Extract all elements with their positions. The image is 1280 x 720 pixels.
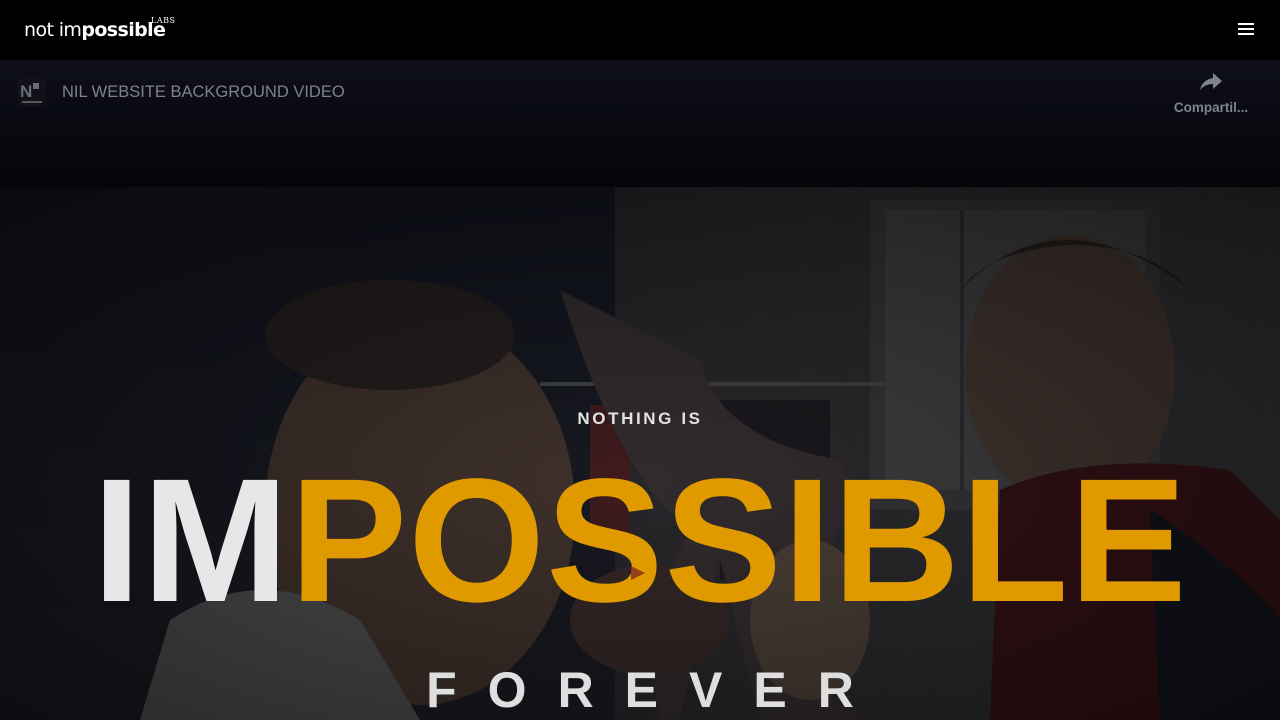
channel-logo-icon[interactable]: N	[18, 77, 46, 107]
logo-wordmark: not impossible	[24, 19, 166, 41]
site-header: not impossible LABS	[0, 0, 1280, 60]
headline-orange-part: POSSIBLE	[289, 443, 1188, 639]
hamburger-menu-icon[interactable]	[1238, 18, 1256, 40]
share-label: Compartil...	[1173, 100, 1249, 115]
video-title[interactable]: NIL WEBSITE BACKGROUND VIDEO	[62, 83, 345, 102]
background-video[interactable]: N NIL WEBSITE BACKGROUND VIDEO Compartil…	[0, 60, 1280, 720]
video-title-bar: N NIL WEBSITE BACKGROUND VIDEO Compartil…	[0, 60, 1280, 187]
hero-headline: IMPOSSIBLE	[0, 453, 1280, 629]
play-icon[interactable]	[628, 563, 648, 583]
hero-tagline: FOREVER	[426, 662, 885, 718]
logo-labs-suffix: LABS	[151, 16, 176, 25]
logo-part-1: not im	[24, 19, 82, 41]
share-button[interactable]: Compartil...	[1172, 72, 1250, 115]
headline-white-part: IM	[92, 443, 290, 639]
share-arrow-icon	[1200, 73, 1222, 90]
site-logo[interactable]: not impossible LABS	[24, 14, 175, 41]
hero-kicker: NOTHING IS	[577, 409, 703, 428]
channel-mark: N	[20, 82, 32, 101]
